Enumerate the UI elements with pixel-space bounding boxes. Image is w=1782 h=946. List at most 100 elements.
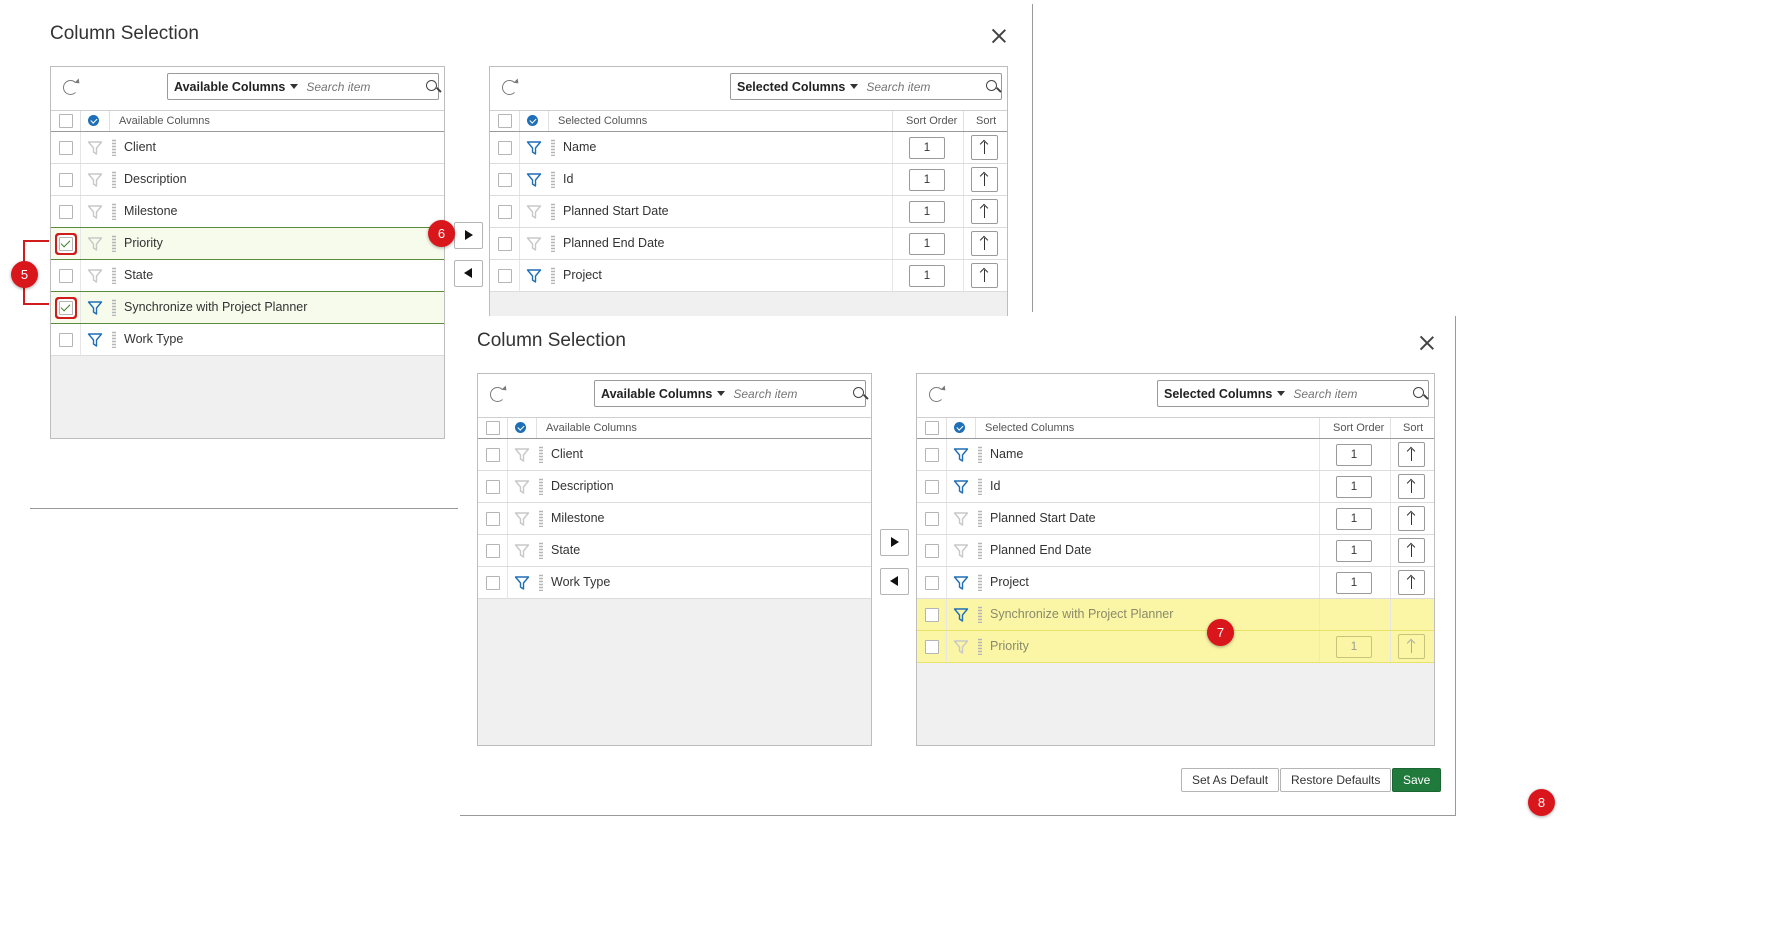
row-checkbox[interactable] bbox=[925, 640, 939, 654]
filter-icon[interactable] bbox=[514, 479, 530, 495]
drag-handle-icon[interactable] bbox=[978, 638, 982, 655]
filter-icon[interactable] bbox=[953, 511, 969, 527]
table-row[interactable]: Synchronize with Project Planner bbox=[917, 599, 1434, 631]
sort-order-input[interactable]: 1 bbox=[909, 137, 945, 159]
table-row[interactable]: Planned End Date 1 bbox=[917, 535, 1434, 567]
drag-handle-icon[interactable] bbox=[551, 267, 555, 284]
filter-icon[interactable] bbox=[953, 479, 969, 495]
refresh-icon[interactable] bbox=[929, 387, 944, 402]
search-input[interactable] bbox=[1293, 386, 1412, 401]
search-icon[interactable] bbox=[424, 78, 437, 96]
sort-order-input[interactable]: 1 bbox=[1336, 508, 1372, 530]
drag-handle-icon[interactable] bbox=[978, 542, 982, 559]
row-checkbox[interactable] bbox=[486, 544, 500, 558]
table-row[interactable]: Priority bbox=[51, 227, 444, 260]
filter-icon[interactable] bbox=[953, 639, 969, 655]
filter-icon[interactable] bbox=[953, 575, 969, 591]
select-all-checkbox[interactable] bbox=[498, 114, 512, 128]
set-as-default-button[interactable]: Set As Default bbox=[1181, 768, 1280, 792]
row-checkbox[interactable] bbox=[925, 448, 939, 462]
chevron-down-icon[interactable] bbox=[1277, 391, 1286, 396]
sort-order-input[interactable]: 1 bbox=[1336, 476, 1372, 498]
sort-arrow-up-button[interactable] bbox=[971, 231, 998, 256]
table-row[interactable]: Client bbox=[51, 132, 444, 164]
refresh-icon[interactable] bbox=[490, 387, 505, 402]
filter-icon[interactable] bbox=[514, 575, 530, 591]
row-checkbox[interactable] bbox=[498, 237, 512, 251]
filter-icon[interactable] bbox=[87, 172, 103, 188]
row-checkbox[interactable] bbox=[59, 237, 73, 251]
row-checkbox[interactable] bbox=[498, 205, 512, 219]
sort-arrow-up-button[interactable] bbox=[971, 167, 998, 192]
sort-order-input[interactable]: 1 bbox=[909, 169, 945, 191]
row-checkbox[interactable] bbox=[498, 269, 512, 283]
drag-handle-icon[interactable] bbox=[539, 574, 543, 591]
search-input[interactable] bbox=[733, 386, 852, 401]
search-icon[interactable] bbox=[1411, 385, 1424, 403]
row-checkbox[interactable] bbox=[486, 448, 500, 462]
filter-icon[interactable] bbox=[526, 204, 542, 220]
table-row[interactable]: State bbox=[51, 260, 444, 292]
filter-icon[interactable] bbox=[953, 447, 969, 463]
filter-icon[interactable] bbox=[953, 607, 969, 623]
close-icon[interactable] bbox=[1417, 333, 1437, 353]
sort-arrow-up-button[interactable] bbox=[1398, 506, 1425, 531]
close-icon[interactable] bbox=[989, 26, 1009, 46]
search-box[interactable]: Selected Columns bbox=[730, 73, 1002, 100]
select-all-checkbox[interactable] bbox=[59, 114, 73, 128]
table-row[interactable]: Milestone bbox=[51, 196, 444, 228]
columns-dropdown[interactable]: Available Columns bbox=[595, 387, 712, 401]
filter-icon[interactable] bbox=[87, 204, 103, 220]
columns-dropdown[interactable]: Selected Columns bbox=[731, 80, 845, 94]
row-checkbox[interactable] bbox=[59, 141, 73, 155]
sort-arrow-up-button[interactable] bbox=[971, 199, 998, 224]
filter-icon[interactable] bbox=[526, 236, 542, 252]
check-circle-icon[interactable] bbox=[88, 115, 99, 126]
sort-order-input[interactable]: 1 bbox=[1336, 572, 1372, 594]
row-checkbox[interactable] bbox=[59, 333, 73, 347]
row-checkbox[interactable] bbox=[925, 544, 939, 558]
save-button[interactable]: Save bbox=[1392, 768, 1442, 792]
table-row[interactable]: Planned Start Date 1 bbox=[917, 503, 1434, 535]
sort-order-input[interactable]: 1 bbox=[1336, 636, 1372, 658]
search-icon[interactable] bbox=[984, 78, 997, 96]
filter-icon[interactable] bbox=[87, 300, 103, 316]
drag-handle-icon[interactable] bbox=[112, 203, 116, 220]
filter-icon[interactable] bbox=[514, 511, 530, 527]
table-row[interactable]: Milestone bbox=[478, 503, 871, 535]
filter-icon[interactable] bbox=[526, 172, 542, 188]
row-checkbox[interactable] bbox=[925, 576, 939, 590]
sort-arrow-up-button[interactable] bbox=[1398, 570, 1425, 595]
drag-handle-icon[interactable] bbox=[112, 139, 116, 156]
table-row[interactable]: Id 1 bbox=[917, 471, 1434, 503]
drag-handle-icon[interactable] bbox=[978, 510, 982, 527]
row-checkbox[interactable] bbox=[59, 205, 73, 219]
move-right-button[interactable] bbox=[880, 529, 909, 556]
sort-arrow-up-button[interactable] bbox=[1398, 474, 1425, 499]
table-row[interactable]: Work Type bbox=[51, 324, 444, 356]
table-row[interactable]: Name 1 bbox=[490, 132, 1007, 164]
columns-dropdown[interactable]: Available Columns bbox=[168, 80, 285, 94]
table-row[interactable]: Work Type bbox=[478, 567, 871, 599]
drag-handle-icon[interactable] bbox=[551, 139, 555, 156]
drag-handle-icon[interactable] bbox=[978, 574, 982, 591]
row-checkbox[interactable] bbox=[925, 512, 939, 526]
table-row[interactable]: Project 1 bbox=[490, 260, 1007, 292]
select-all-checkbox[interactable] bbox=[925, 421, 939, 435]
filter-icon[interactable] bbox=[87, 332, 103, 348]
table-row[interactable]: Planned End Date 1 bbox=[490, 228, 1007, 260]
refresh-icon[interactable] bbox=[63, 80, 78, 95]
filter-icon[interactable] bbox=[514, 543, 530, 559]
drag-handle-icon[interactable] bbox=[551, 203, 555, 220]
row-checkbox[interactable] bbox=[59, 301, 73, 315]
search-icon[interactable] bbox=[851, 385, 864, 403]
chevron-down-icon[interactable] bbox=[290, 84, 299, 89]
row-checkbox[interactable] bbox=[498, 141, 512, 155]
sort-order-input[interactable]: 1 bbox=[1336, 444, 1372, 466]
refresh-icon[interactable] bbox=[502, 80, 517, 95]
drag-handle-icon[interactable] bbox=[112, 171, 116, 188]
search-box[interactable]: Available Columns bbox=[167, 73, 439, 100]
sort-order-input[interactable]: 1 bbox=[909, 265, 945, 287]
sort-arrow-up-button[interactable] bbox=[1398, 442, 1425, 467]
table-row[interactable]: Client bbox=[478, 439, 871, 471]
